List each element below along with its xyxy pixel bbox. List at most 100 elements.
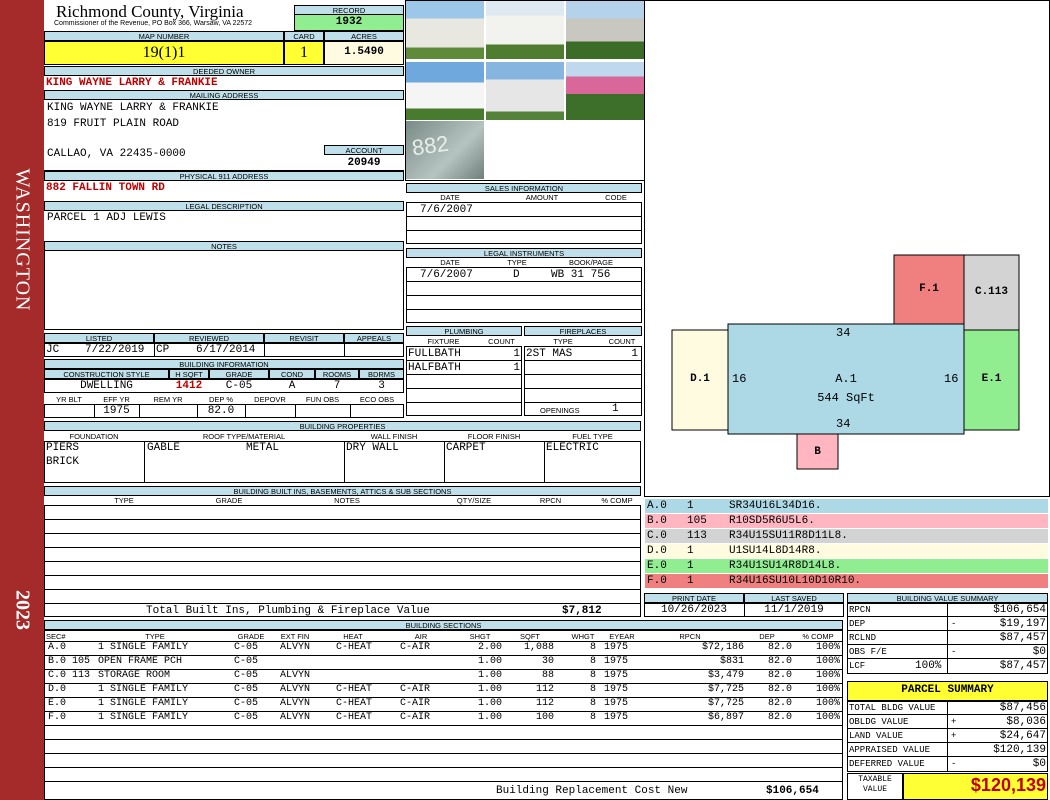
plumbing-header: PLUMBING (406, 326, 522, 336)
sections-rows-3-rpcn-text: $7,725 (707, 684, 744, 695)
sections-h-air-text: AIR (414, 632, 428, 641)
sections-h-grade-text: GRADE (237, 632, 265, 641)
sections-rows-5-code-text: 1 (97, 712, 104, 723)
total-bldg-value: $87,456 (999, 702, 1046, 714)
sections-h-shgt-text: SHGT (469, 632, 491, 641)
sketch-label-c: C.113 (974, 286, 1008, 298)
reviewed-header: REVIEWED (154, 333, 264, 343)
bvs-obs_sign-text: - (951, 647, 957, 657)
sections-rows-5-comp-text: 100% (815, 712, 840, 723)
sections-h-extfin-text: EXT FIN (280, 632, 310, 641)
bvs-rpcn_label-text: RPCN (849, 605, 871, 615)
plumbing-fixture-1: FULLBATH (408, 348, 461, 360)
sales-h-code-text: CODE (605, 193, 627, 202)
sections-rows-4-extfin-text: ALVYN (280, 698, 311, 709)
physical-address-header: PHYSICAL 911 ADDRESS (44, 171, 404, 181)
summary-taxable_label1-text: TAXABLE (858, 775, 892, 784)
sketch-dim-left: 16 (732, 372, 747, 386)
summary-appraised_label-text: APPRAISED VALUE (849, 745, 931, 755)
side-year: 2023 (11, 590, 34, 630)
building_info-h-dep-text: DEP % (208, 395, 234, 404)
summary-deferred_sign-text: - (951, 759, 957, 769)
sections-h-type-text: TYPE (145, 632, 165, 641)
legal-instruments-header: LEGAL INSTRUMENTS (406, 248, 642, 258)
summary-deferred_label-text: DEFERRED VALUE (849, 759, 925, 769)
sections-rows-3-air-text: C-AIR (400, 684, 431, 695)
listed-header: LISTED (44, 333, 154, 343)
segments-5-n-text: 1 (687, 575, 694, 587)
summary-land_label-text: LAND VALUE (849, 731, 904, 741)
floor-finish: CARPET (446, 442, 486, 454)
record-number: 1932 (335, 16, 363, 28)
replacement-cost-label: Building Replacement Cost New (496, 785, 688, 797)
sections-h-dep-text: DEP (759, 632, 775, 641)
sections-rows-5-type-text: SINGLE FAMILY (110, 712, 189, 723)
sections-rows-2-whgt-text: 8 (589, 670, 596, 681)
building_info-h-cond-text: COND (269, 369, 315, 379)
sections-rows-0-code-text: 1 (97, 642, 104, 653)
built-ins-total: $7,812 (562, 605, 602, 617)
sale-date: 7/6/2007 (420, 204, 473, 216)
sections-rows-5-whgt-text: 8 (589, 712, 596, 723)
segments-2-id-text: C.0 (647, 530, 667, 542)
sections-rows-1-whgt-text: 8 (589, 656, 596, 667)
segments-1-n-text: 105 (687, 515, 707, 527)
section-row: D.0 1 SINGLE FAMILY C-05 ALVYN C-HEAT C-AIR 1.0… (46, 683, 843, 697)
building_info-h-style-text: CONSTRUCTION STYLE (44, 369, 169, 379)
builtins-h-qty-text: QTY/SIZE (456, 496, 492, 505)
photo-shed (406, 1, 484, 59)
building-grade: C-05 (225, 380, 253, 392)
building-cond: A (288, 380, 296, 392)
photo-house-front (406, 62, 484, 120)
last-saved-header: LAST SAVED (744, 593, 844, 603)
summary-obldg_label-text: OBLDG VALUE (849, 717, 909, 727)
sections-rows-0-sec-text: A.0 (48, 642, 67, 653)
map-number: 19(1)1 (142, 44, 186, 61)
sections-rows-1-dep-text: 82.0 (767, 656, 792, 667)
appraised-value: $120,139 (993, 744, 1046, 756)
segments-0-code-text: SR34U16L34D16. (729, 500, 822, 512)
segments-4-n-text: 1 (687, 560, 694, 572)
sections-rows-3-type-text: SINGLE FAMILY (110, 684, 189, 695)
card-number: 1 (300, 44, 308, 61)
roof-material: METAL (246, 442, 280, 454)
plumbing-h-fixture-text: FIXTURE (427, 337, 460, 346)
sections-rows-0-rpcn-text: $72,186 (701, 642, 744, 653)
sections-rows-1-eyear-text: 1975 (604, 656, 629, 667)
properties-h-fuel-text: FUEL TYPE (572, 432, 613, 441)
sections-rows-2-eyear-text: 1975 (604, 670, 629, 681)
sections-rows-3-heat-text: C-HEAT (336, 684, 373, 695)
summary-land_sign-text: + (951, 731, 957, 741)
sections-rows-1-comp-text: 100% (815, 656, 840, 667)
bvs-dep_sign-text: - (951, 619, 957, 629)
sections-h-sec-text: SEC# (46, 632, 66, 641)
section-row: A.0 1 SINGLE FAMILY C-05 ALVYN C-HEAT C-AIR 2.0… (46, 641, 843, 655)
building_info-h-depovr-text: DEPOVR (254, 395, 286, 404)
account-header: ACCOUNT (324, 145, 404, 155)
sales-h-amount-text: AMOUNT (525, 193, 559, 202)
sections-rows-0-eyear-text: 1975 (604, 642, 629, 653)
segment-row: C.0 113 R34U15SU11R8D11L8. (645, 529, 1048, 543)
sections-rows-2-shgt-text: 1.00 (477, 670, 502, 681)
account-number: 20949 (347, 157, 381, 169)
sections-rows-4-sqft-text: 112 (535, 698, 554, 709)
segments-1-id-text: B.0 (647, 515, 667, 527)
sections-rows-2-sec-text: C.0 (48, 670, 67, 681)
notes-box (44, 250, 404, 330)
building_info-h-rooms-text: ROOMS (315, 369, 359, 379)
bvs-rpcn: $106,654 (993, 604, 1046, 616)
section-row: C.0 113 STORAGE ROOM C-05 ALVYN 1.00 88 8 1975 $3… (46, 669, 843, 683)
instrument-type: D (513, 269, 520, 281)
wall-finish: DRY WALL (346, 442, 399, 454)
fireplaces-h-count-text: COUNT (608, 337, 636, 346)
plumbing-h-count-text: COUNT (488, 337, 515, 346)
photo-garage-house (486, 1, 564, 59)
listed-date: 7/22/2019 (85, 344, 145, 356)
sections-h-whgt-text: WHGT (571, 632, 595, 641)
sections-rows-2-rpcn-text: $3,479 (707, 670, 744, 681)
sketch-label-b: B (814, 446, 821, 458)
building_info-h-remyr-text: REM YR (153, 395, 183, 404)
builtins-h-comp-text: % COMP (601, 496, 633, 505)
deferred-value: $0 (1032, 758, 1046, 770)
builtins-h-type-text: TYPE (114, 496, 134, 505)
